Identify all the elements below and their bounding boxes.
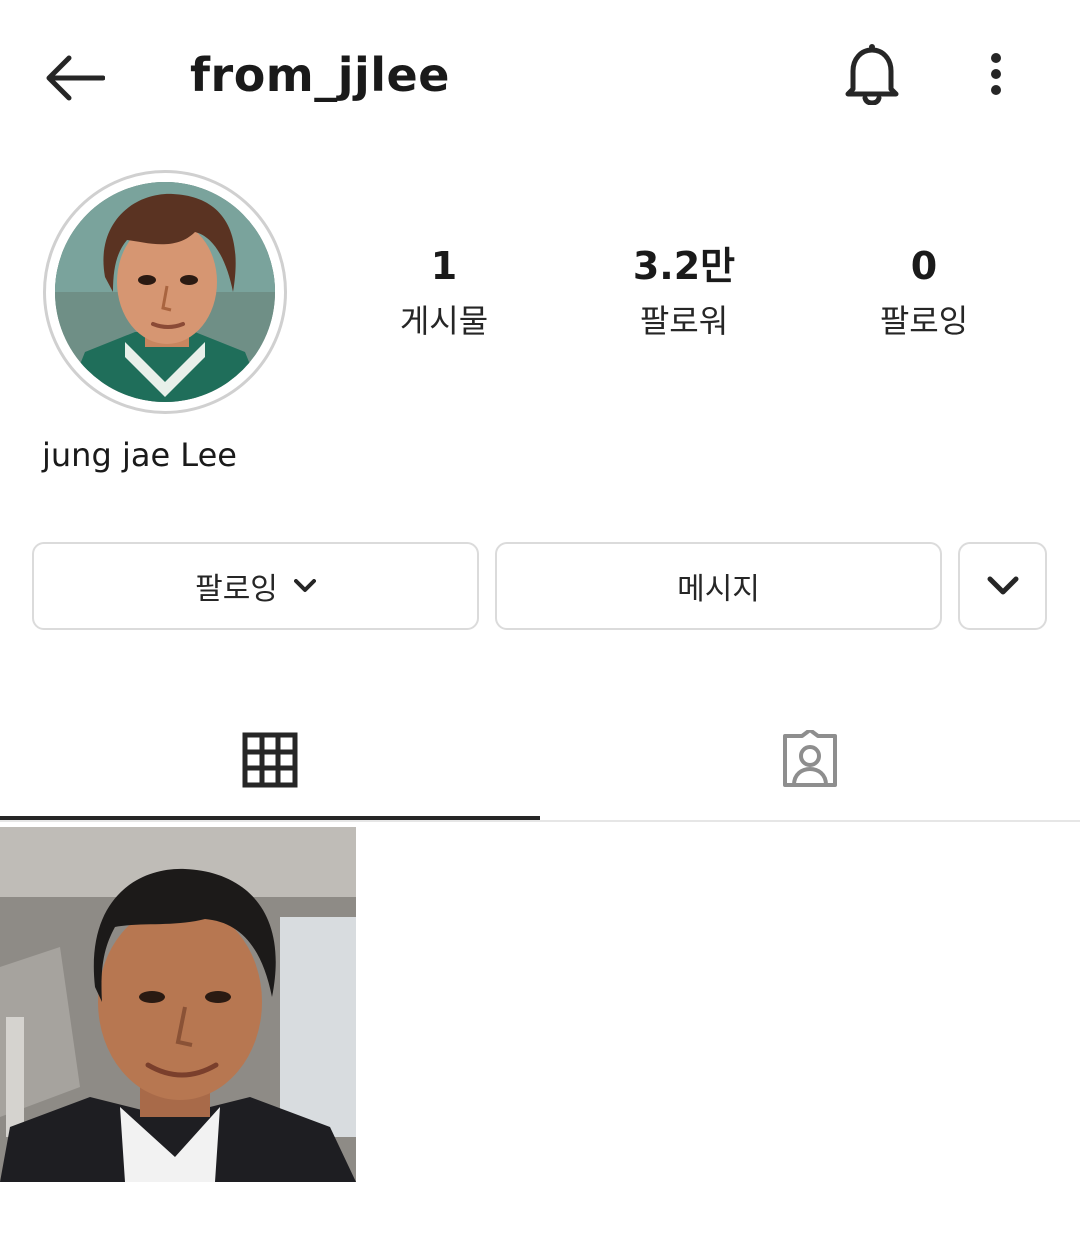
- avatar: [55, 182, 275, 402]
- stat-followers[interactable]: 3.2만 팔로워: [584, 240, 784, 344]
- profile-tabs: [0, 700, 1080, 822]
- posts-count: 1: [430, 244, 458, 288]
- notifications-button[interactable]: [836, 38, 908, 110]
- following-label: 팔로잉: [879, 302, 969, 340]
- post-thumbnail[interactable]: [0, 827, 356, 1182]
- following-button[interactable]: 팔로잉: [32, 542, 479, 630]
- more-options-button[interactable]: [968, 44, 1024, 104]
- more-vertical-icon: [991, 53, 1001, 95]
- suggested-accounts-button[interactable]: [958, 542, 1047, 630]
- tab-tagged[interactable]: [540, 700, 1080, 820]
- message-button[interactable]: 메시지: [495, 542, 942, 630]
- chevron-down-icon: [293, 579, 316, 592]
- chevron-down-icon: [987, 576, 1018, 595]
- display-name: jung jae Lee: [42, 436, 237, 474]
- stat-following[interactable]: 0 팔로잉: [824, 240, 1024, 344]
- active-tab-indicator: [0, 816, 540, 820]
- grid-icon: [242, 732, 298, 788]
- back-button[interactable]: [38, 46, 110, 110]
- followers-label: 팔로워: [639, 302, 729, 340]
- arrow-left-icon: [46, 55, 105, 101]
- avatar-image: [55, 182, 275, 402]
- top-bar: from_jjlee: [0, 0, 1080, 150]
- stat-posts[interactable]: 1 게시물: [344, 240, 544, 344]
- posts-label: 게시물: [399, 302, 489, 340]
- profile-avatar-ring[interactable]: [43, 170, 287, 414]
- bell-icon: [845, 44, 899, 105]
- following-button-label: 팔로잉: [195, 572, 278, 607]
- post-image: [0, 827, 356, 1182]
- followers-count: 3.2만: [632, 244, 736, 288]
- profile-username: from_jjlee: [190, 48, 450, 102]
- message-button-label: 메시지: [677, 572, 760, 607]
- tab-posts-grid[interactable]: [0, 700, 540, 820]
- tagged-person-icon: [783, 730, 837, 787]
- following-count: 0: [910, 244, 938, 288]
